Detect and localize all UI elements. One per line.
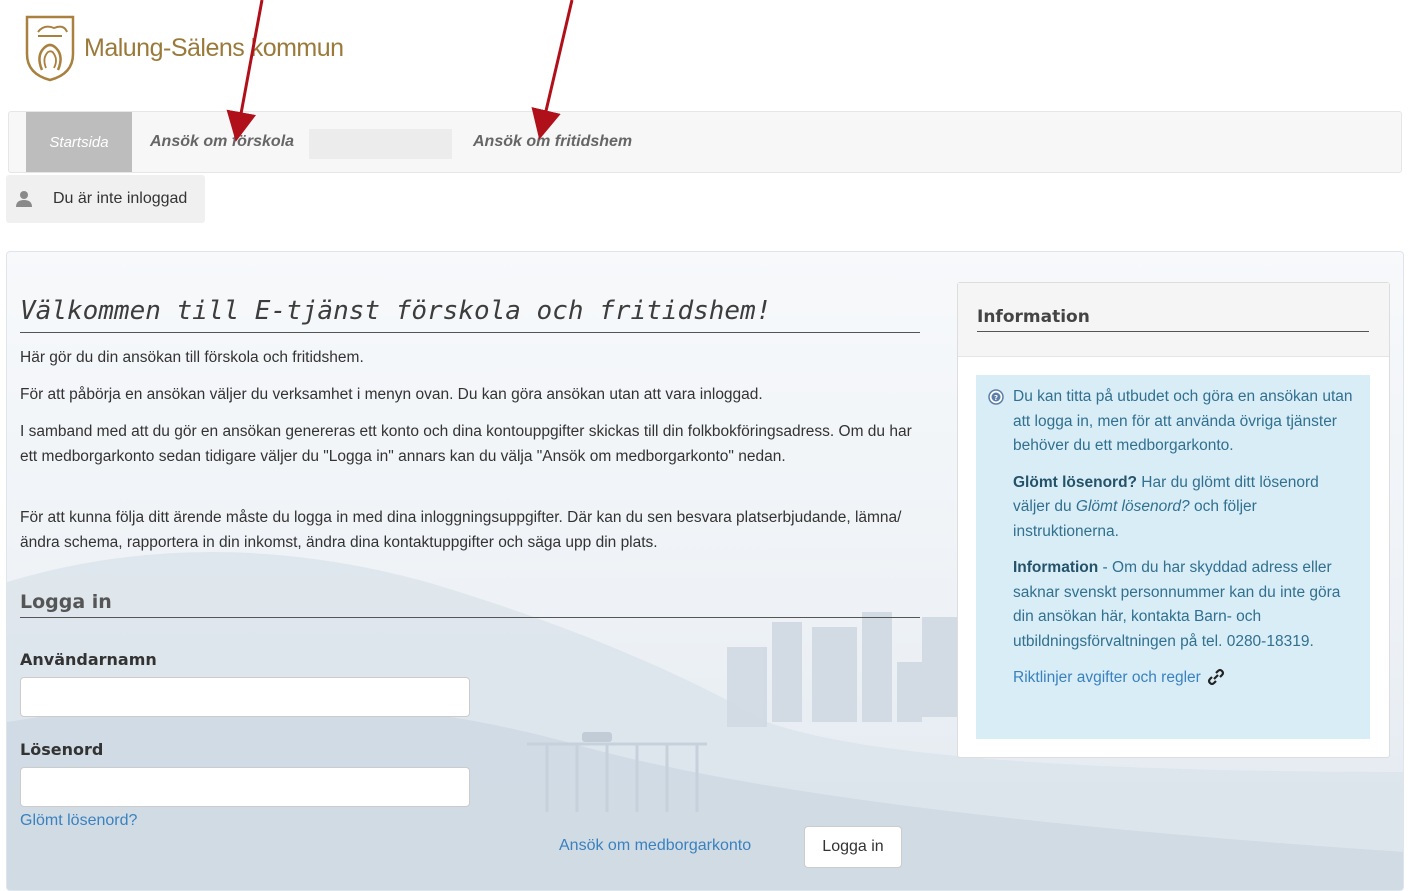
forgot-password-link[interactable]: Glömt lösenord?: [20, 812, 137, 830]
question-circle-icon: ?: [988, 389, 1004, 405]
info-forgot-bold: Glömt lösenord?: [1013, 473, 1137, 491]
nav-item-home[interactable]: Startsida: [26, 112, 132, 172]
info-forgot-italic: Glömt lösenord?: [1075, 498, 1190, 515]
login-button[interactable]: Logga in: [804, 826, 902, 868]
logo-text: Malung-Sälens kommun: [84, 33, 344, 62]
login-status-badge: Du är inte inloggad: [6, 175, 205, 223]
login-section-title: Logga in: [20, 591, 920, 618]
information-card: Information ? Du kan titta på utbudet oc…: [957, 282, 1390, 758]
info-intro-text: Du kan titta på utbudet och göra en ansö…: [1013, 388, 1353, 454]
intro-paragraph-4: För att kunna följa ditt ärende måste du…: [20, 509, 902, 551]
intro-paragraph-2: För att påbörja en ansökan väljer du ver…: [20, 386, 763, 403]
information-card-header: Information: [958, 283, 1389, 357]
main-panel: Välkommen till E-tjänst förskola och fri…: [6, 251, 1404, 891]
municipality-logo[interactable]: Malung-Sälens kommun: [24, 14, 344, 82]
info-forgot-password-text: Glömt lösenord? Har du glömt ditt löseno…: [1013, 471, 1358, 545]
login-status-text: Du är inte inloggad: [53, 190, 188, 207]
user-icon: [16, 191, 32, 207]
main-navbar: Startsida Ansök om förskola Ansök om fri…: [8, 111, 1402, 173]
apply-citizen-account-link[interactable]: Ansök om medborgarkonto: [559, 837, 751, 855]
username-input[interactable]: [20, 677, 470, 717]
intro-paragraph-1: Här gör du din ansökan till förskola och…: [20, 349, 364, 366]
password-label: Lösenord: [20, 740, 104, 759]
password-input[interactable]: [20, 767, 470, 807]
redacted-area: [309, 129, 452, 159]
arrow-to-after-school: [531, 0, 574, 140]
nav-item-apply-preschool[interactable]: Ansök om förskola: [150, 112, 294, 172]
info-information-bold: Information: [1013, 559, 1099, 576]
info-protected-address-text: Information - Om du har skyddad adress e…: [1013, 556, 1358, 654]
guidelines-fees-link-text: Riktlinjer avgifter och regler: [1013, 669, 1201, 686]
intro-paragraph-3: I samband med att du gör en ansökan gene…: [20, 423, 912, 465]
username-label: Användarnamn: [20, 650, 157, 669]
external-link-icon: [1208, 668, 1225, 686]
page-title: Välkommen till E-tjänst förskola och fri…: [20, 296, 920, 333]
nav-item-apply-after-school[interactable]: Ansök om fritidshem: [473, 112, 632, 172]
coat-of-arms-icon: [25, 15, 75, 82]
guidelines-fees-link[interactable]: Riktlinjer avgifter och regler: [1013, 668, 1225, 686]
information-card-title: Information: [977, 307, 1369, 332]
information-alert-box: ? Du kan titta på utbudet och göra en an…: [976, 375, 1370, 739]
svg-text:?: ?: [994, 394, 998, 402]
